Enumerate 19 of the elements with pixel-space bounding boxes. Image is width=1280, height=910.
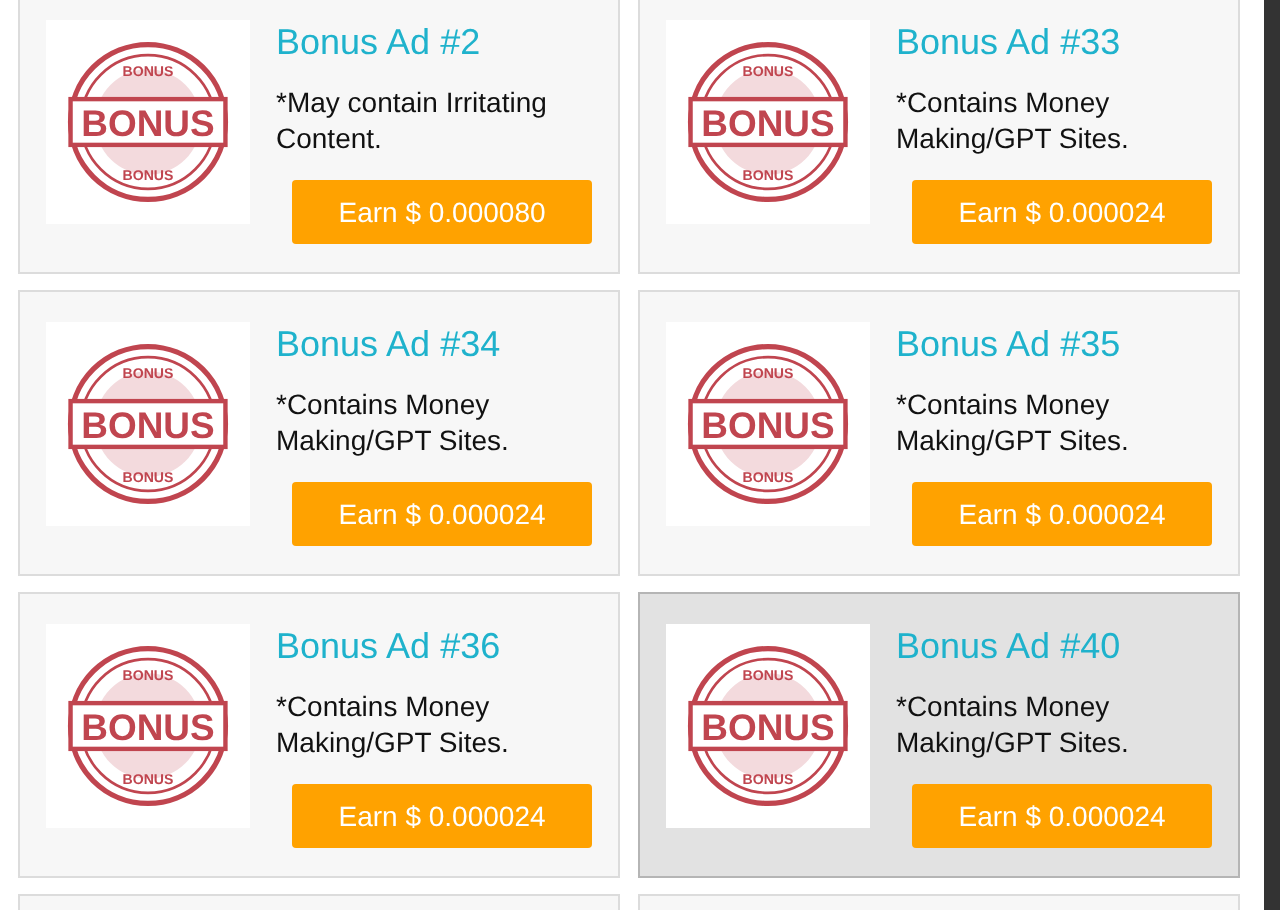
earn-button[interactable]: Earn $ 0.000024 <box>912 180 1212 244</box>
earn-button[interactable]: Earn $ 0.000024 <box>292 482 592 546</box>
earn-button[interactable]: Earn $ 0.000024 <box>912 482 1212 546</box>
ad-note: *Contains Money Making/GPT Sites. <box>896 84 1131 156</box>
ad-title[interactable]: Bonus Ad #33 <box>896 22 1212 64</box>
ad-note: *May contain Irritating Content. <box>276 84 549 156</box>
ad-title[interactable]: Bonus Ad #35 <box>896 324 1212 366</box>
ad-title[interactable]: Bonus Ad #40 <box>896 626 1212 668</box>
earn-button[interactable]: Earn $ 0.000080 <box>292 180 592 244</box>
ad-title[interactable]: Bonus Ad #36 <box>276 626 592 668</box>
ad-note: *Contains Money Making/GPT Sites. <box>276 688 511 760</box>
ad-note: *Contains Money Making/GPT Sites. <box>276 386 511 458</box>
ad-title[interactable]: Bonus Ad #2 <box>276 22 592 64</box>
ad-note: *Contains Money Making/GPT Sites. <box>896 386 1131 458</box>
ad-note: *Contains Money Making/GPT Sites. <box>896 688 1131 760</box>
earn-button[interactable]: Earn $ 0.000024 <box>912 784 1212 848</box>
earn-button[interactable]: Earn $ 0.000024 <box>292 784 592 848</box>
ad-title[interactable]: Bonus Ad #34 <box>276 324 592 366</box>
scrollbar[interactable] <box>1264 0 1280 910</box>
